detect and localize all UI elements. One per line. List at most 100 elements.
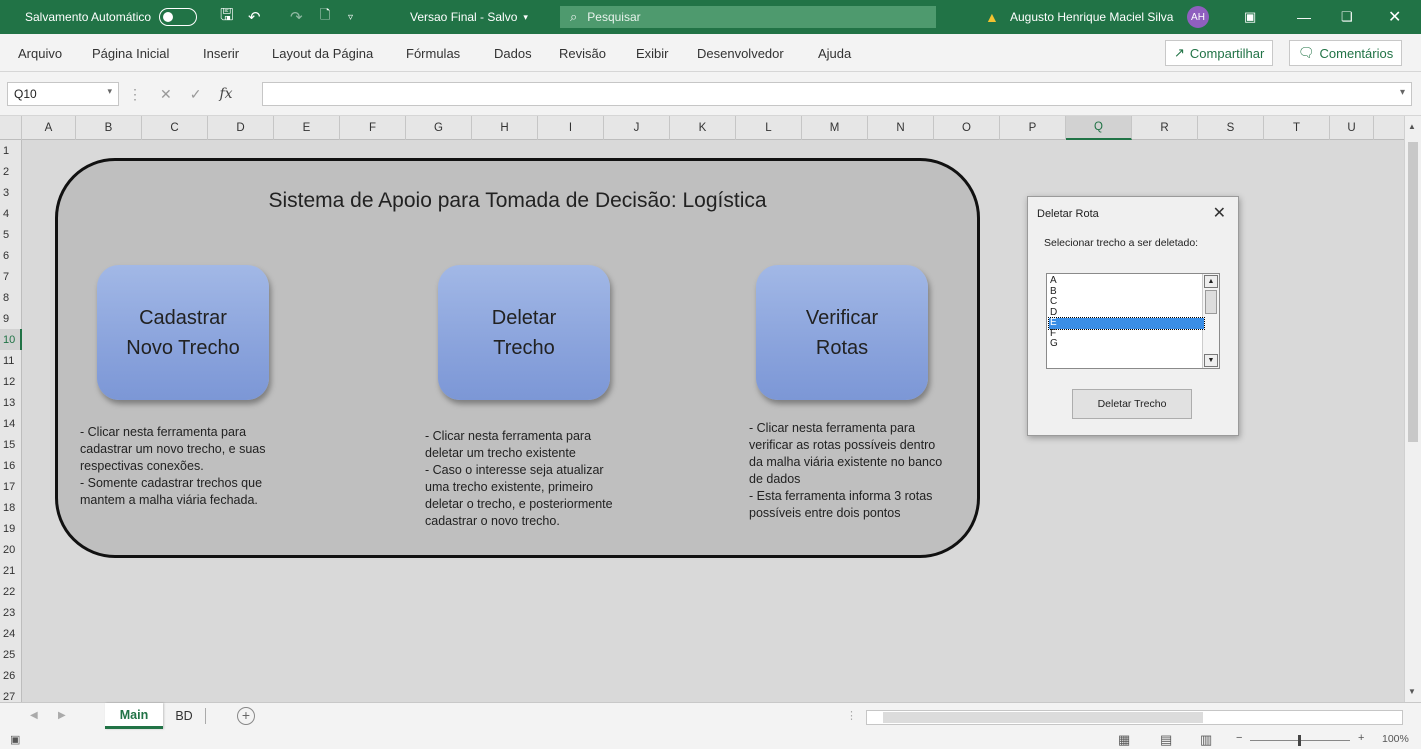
row-header-16[interactable]: 16 <box>0 455 22 476</box>
close-icon[interactable]: ✕ <box>1388 0 1401 34</box>
user-name[interactable]: Augusto Henrique Maciel Silva <box>1010 0 1173 34</box>
zoom-out-icon[interactable]: − <box>1236 732 1242 744</box>
column-header-l[interactable]: L <box>736 116 802 140</box>
macro-record-icon[interactable]: ▣ <box>10 733 20 746</box>
restore-icon[interactable]: ❏ <box>1341 0 1353 34</box>
zoom-in-icon[interactable]: + <box>1358 732 1364 744</box>
name-box[interactable]: Q10 ▾ <box>7 82 119 106</box>
menu-inserir[interactable]: Inserir <box>203 46 239 61</box>
row-header-18[interactable]: 18 <box>0 497 22 518</box>
search-box[interactable]: ⌕ Pesquisar <box>560 6 936 28</box>
deletar-trecho-dialog-button[interactable]: Deletar Trecho <box>1072 389 1192 419</box>
deletar-trecho-button[interactable]: Deletar Trecho <box>438 265 610 400</box>
insert-function-icon[interactable]: fx <box>219 86 232 102</box>
row-header-8[interactable]: 8 <box>0 287 22 308</box>
zoom-slider-thumb[interactable] <box>1298 735 1301 746</box>
formula-input[interactable]: ▾ <box>262 82 1412 106</box>
vertical-scrollbar[interactable]: ▲ ▼ <box>1404 116 1421 702</box>
scroll-down-icon[interactable]: ▼ <box>1204 354 1218 367</box>
menu-pagina-inicial[interactable]: Página Inicial <box>92 46 169 61</box>
save-icon[interactable]: 🖫 <box>220 0 234 34</box>
scroll-thumb[interactable] <box>883 712 1203 723</box>
row-header-14[interactable]: 14 <box>0 413 22 434</box>
menu-arquivo[interactable]: Arquivo <box>18 46 62 61</box>
scroll-thumb[interactable] <box>1205 290 1217 314</box>
column-header-g[interactable]: G <box>406 116 472 140</box>
row-header-24[interactable]: 24 <box>0 623 22 644</box>
row-header-1[interactable]: 1 <box>0 140 22 161</box>
listbox-option[interactable]: A <box>1049 275 1204 287</box>
menu-layout-da-pagina[interactable]: Layout da Página <box>272 46 373 61</box>
cancel-icon[interactable]: ✕ <box>160 86 172 103</box>
row-header-19[interactable]: 19 <box>0 518 22 539</box>
column-header-f[interactable]: F <box>340 116 406 140</box>
worksheet-grid[interactable]: ABCDEFGHIJKLMNOPQRSTU 1 2 3 4 5 6 7 8 9 10 11 12 13 1… <box>0 116 1421 702</box>
comments-button[interactable]: 🗨 Comentários <box>1289 40 1403 66</box>
column-header-t[interactable]: T <box>1264 116 1330 140</box>
share-button[interactable]: ↗ Compartilhar <box>1165 40 1274 66</box>
column-header-s[interactable]: S <box>1198 116 1264 140</box>
column-header-p[interactable]: P <box>1000 116 1066 140</box>
redo-icon[interactable]: ↷ <box>290 0 303 34</box>
minimize-icon[interactable]: — <box>1297 0 1311 34</box>
row-header-20[interactable]: 20 <box>0 539 22 560</box>
zoom-slider[interactable] <box>1250 735 1350 746</box>
row-header-3[interactable]: 3 <box>0 182 22 203</box>
column-header-r[interactable]: R <box>1132 116 1198 140</box>
previous-sheet-icon[interactable]: ◀ <box>30 710 38 721</box>
column-header-e[interactable]: E <box>274 116 340 140</box>
zoom-level[interactable]: 100% <box>1382 733 1409 745</box>
row-header-7[interactable]: 7 <box>0 266 22 287</box>
row-header-26[interactable]: 26 <box>0 665 22 686</box>
row-header-2[interactable]: 2 <box>0 161 22 182</box>
row-header-13[interactable]: 13 <box>0 392 22 413</box>
sheet-tab-bd[interactable]: BD <box>166 703 202 729</box>
row-header-21[interactable]: 21 <box>0 560 22 581</box>
cadastrar-novo-trecho-button[interactable]: Cadastrar Novo Trecho <box>97 265 269 400</box>
column-header-h[interactable]: H <box>472 116 538 140</box>
splitter-handle[interactable]: ⋮ <box>846 709 857 722</box>
column-header-b[interactable]: B <box>76 116 142 140</box>
column-header-i[interactable]: I <box>538 116 604 140</box>
autosave-toggle[interactable] <box>159 8 198 26</box>
listbox-scrollbar[interactable]: ▲ ▼ <box>1202 274 1219 368</box>
row-header-25[interactable]: 25 <box>0 644 22 665</box>
column-header-c[interactable]: C <box>142 116 208 140</box>
row-header-22[interactable]: 22 <box>0 581 22 602</box>
verificar-rotas-button[interactable]: Verificar Rotas <box>756 265 928 400</box>
menu-exibir[interactable]: Exibir <box>636 46 669 61</box>
menu-revisao[interactable]: Revisão <box>559 46 606 61</box>
normal-view-icon[interactable]: ▦ <box>1118 732 1130 748</box>
autosave-group[interactable]: Salvamento Automático <box>25 0 198 34</box>
row-header-23[interactable]: 23 <box>0 602 22 623</box>
row-header-12[interactable]: 12 <box>0 371 22 392</box>
warning-icon[interactable]: ▲ <box>985 0 999 34</box>
row-header-27[interactable]: 27 <box>0 686 22 703</box>
column-header-d[interactable]: D <box>208 116 274 140</box>
row-header-15[interactable]: 15 <box>0 434 22 455</box>
scroll-up-icon[interactable]: ▲ <box>1204 275 1218 288</box>
row-header-17[interactable]: 17 <box>0 476 22 497</box>
row-header-5[interactable]: 5 <box>0 224 22 245</box>
listbox-option[interactable]: D <box>1049 307 1204 319</box>
chevron-down-icon[interactable]: ▾ <box>107 86 112 97</box>
next-sheet-icon[interactable]: ▶ <box>58 710 66 721</box>
menu-ajuda[interactable]: Ajuda <box>818 46 851 61</box>
row-header-4[interactable]: 4 <box>0 203 22 224</box>
trecho-listbox[interactable]: ▲ ▼ ABCDEFG <box>1046 273 1220 369</box>
customize-toolbar-icon[interactable]: ▿ <box>348 0 353 34</box>
add-sheet-icon[interactable]: + <box>237 707 255 725</box>
column-header-j[interactable]: J <box>604 116 670 140</box>
document-title[interactable]: Versao Final - Salvo ▾ <box>410 0 528 34</box>
horizontal-scrollbar[interactable] <box>866 710 1403 725</box>
select-all-corner[interactable] <box>0 116 22 140</box>
listbox-option[interactable]: C <box>1049 296 1204 308</box>
column-header-o[interactable]: O <box>934 116 1000 140</box>
column-header-k[interactable]: K <box>670 116 736 140</box>
row-header-11[interactable]: 11 <box>0 350 22 371</box>
new-file-icon[interactable]: 🗋 <box>320 0 330 34</box>
close-icon[interactable]: ✕ <box>1213 203 1226 223</box>
menu-formulas[interactable]: Fórmulas <box>406 46 460 61</box>
row-header-6[interactable]: 6 <box>0 245 22 266</box>
column-header-a[interactable]: A <box>22 116 76 140</box>
